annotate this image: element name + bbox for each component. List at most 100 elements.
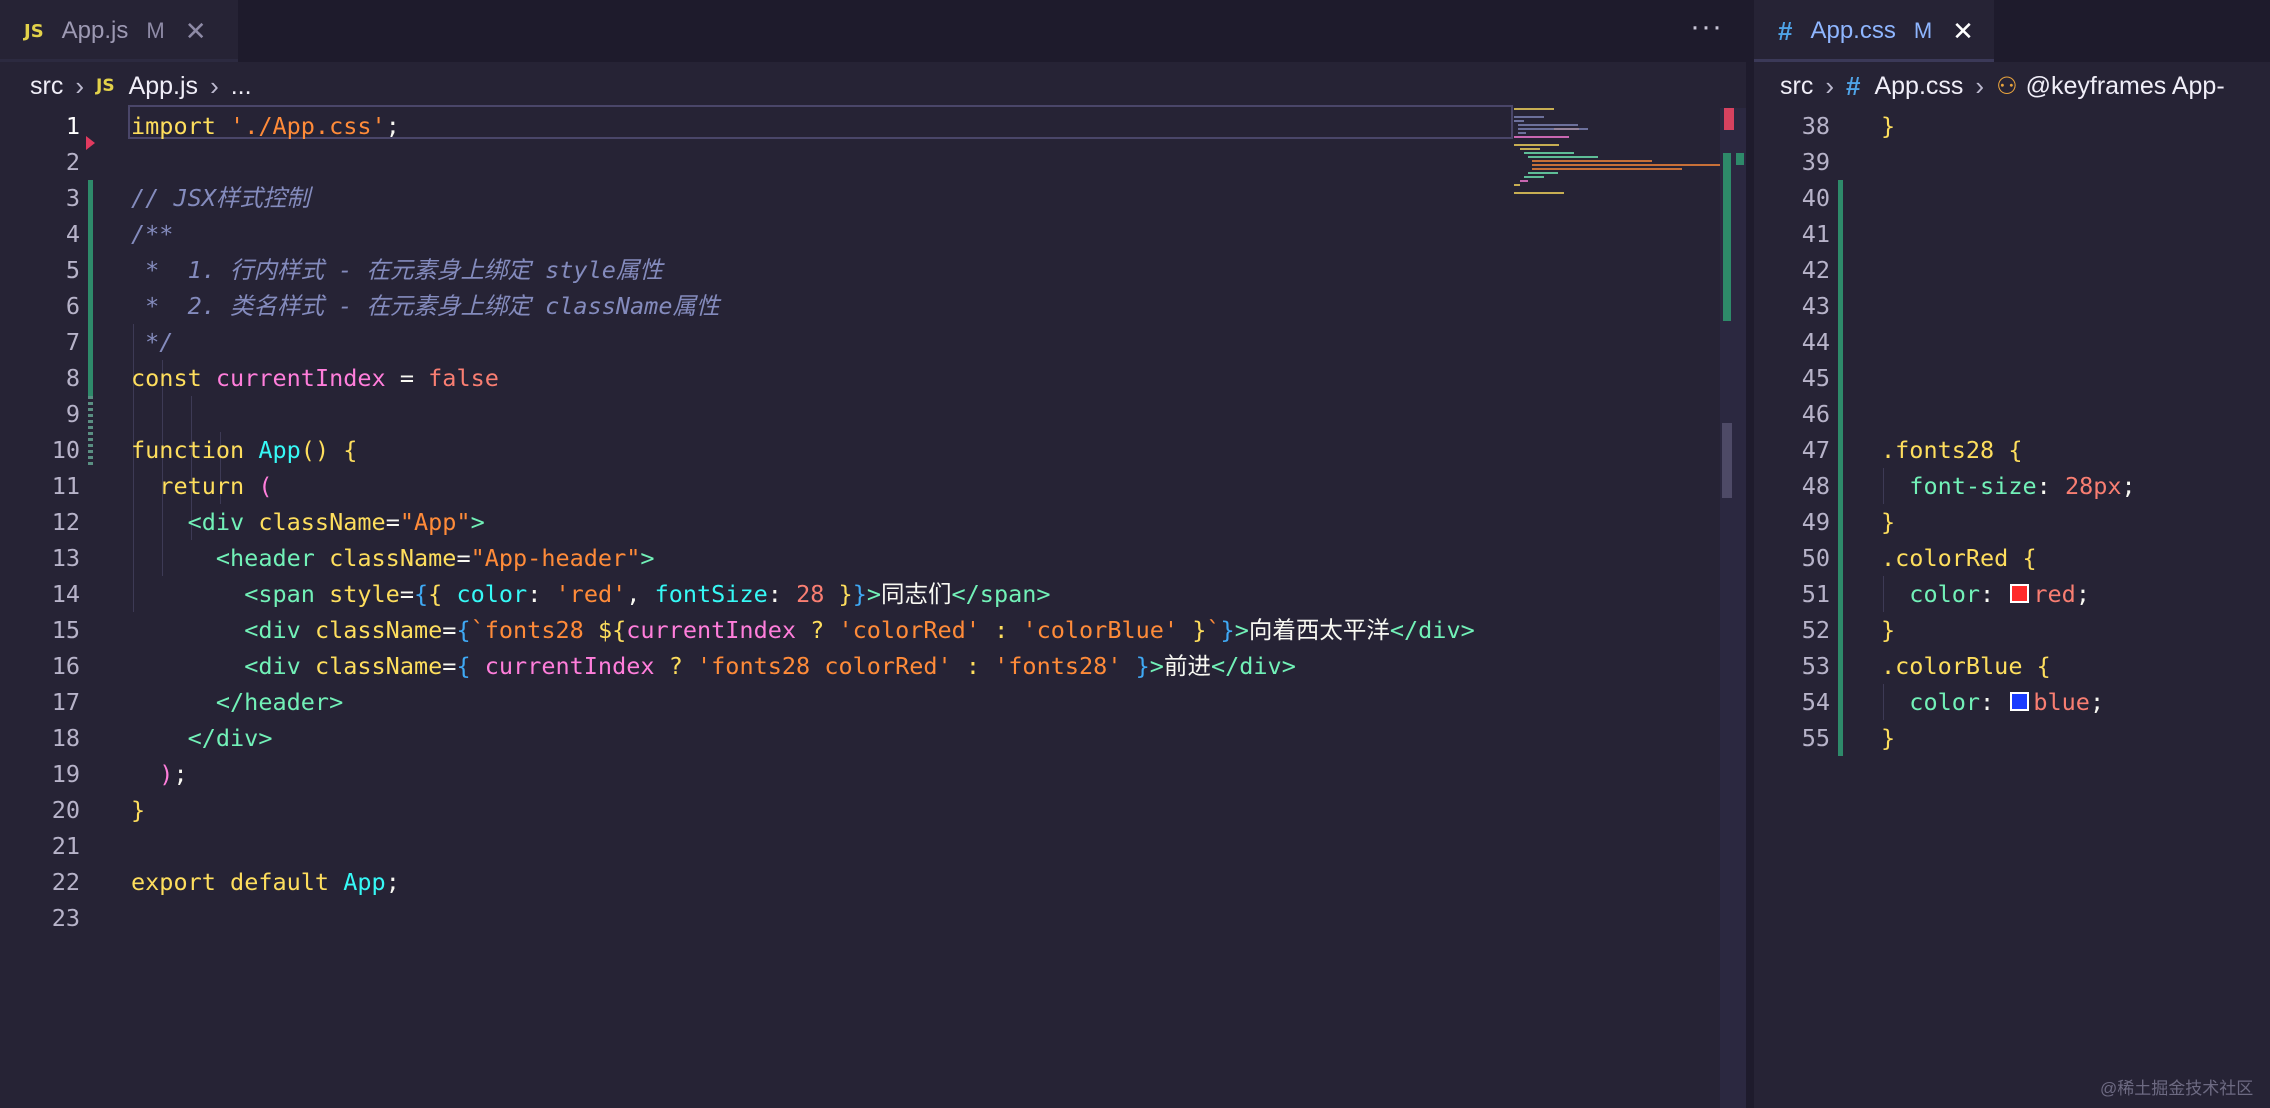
line-number: 49 (1801, 508, 1830, 536)
js-file-icon: JS (24, 20, 44, 42)
code-line-4[interactable]: /** (131, 216, 173, 252)
line-number: 4 (65, 220, 80, 248)
chevron-right-icon: › (210, 70, 219, 101)
minimap-line (1514, 108, 1554, 110)
code-line-17[interactable]: </header> (131, 684, 343, 720)
overview-ruler-marker (1736, 153, 1744, 165)
line-number: 43 (1801, 292, 1830, 320)
deleted-lines-marker[interactable] (86, 136, 95, 150)
minimap-line (1514, 144, 1559, 146)
breadcrumb-file[interactable]: App.css (1874, 72, 1963, 101)
line-number: 11 (51, 472, 80, 500)
chevron-right-icon: › (1975, 70, 1985, 101)
code-line-3[interactable]: // JSX样式控制 (131, 180, 310, 216)
css-line-38[interactable]: } (1881, 108, 1895, 144)
pane-divider[interactable] (1746, 0, 1754, 1108)
breadcrumb-folder[interactable]: src (1780, 72, 1813, 101)
modified-lines-marker[interactable] (88, 396, 93, 468)
minimap-line (1524, 176, 1544, 178)
minimap-line (1518, 128, 1588, 130)
minimap-line (1514, 136, 1569, 138)
code-line-11[interactable]: return ( (131, 468, 272, 504)
line-number: 42 (1801, 256, 1830, 284)
code-line-19[interactable]: ); (131, 756, 187, 792)
css-line-50[interactable]: .colorRed { (1881, 540, 2037, 576)
minimap-line (1514, 184, 1520, 186)
tab-label: App.js (61, 17, 129, 44)
line-number: 53 (1801, 652, 1830, 680)
added-lines-marker[interactable] (88, 180, 93, 396)
css-line-53[interactable]: .colorBlue { (1881, 648, 2051, 684)
color-swatch-icon[interactable] (2010, 692, 2030, 711)
code-line-22[interactable]: export default App; (131, 864, 400, 900)
minimap-line (1514, 116, 1544, 118)
line-number: 9 (65, 400, 80, 428)
line-number: 20 (51, 796, 80, 824)
line-number: 46 (1801, 400, 1830, 428)
line-number: 51 (1801, 580, 1830, 608)
overview-ruler-addition (1723, 153, 1731, 321)
css-line-48[interactable]: font-size: 28px; (1881, 468, 2135, 504)
breadcrumb: src › # App.css › ⚇ @keyframes App- (1780, 64, 2270, 108)
color-swatch-icon[interactable] (2010, 584, 2030, 603)
line-number: 54 (1801, 688, 1830, 716)
breadcrumb-folder[interactable]: src (30, 72, 63, 101)
more-actions-icon[interactable]: ··· (1690, 10, 1723, 44)
line-number: 41 (1801, 220, 1830, 248)
code-line-20[interactable]: } (131, 792, 145, 828)
line-number: 15 (51, 616, 80, 644)
js-file-icon: JS (96, 76, 115, 96)
line-number: 19 (51, 760, 80, 788)
tab-underline (0, 59, 238, 62)
code-line-15[interactable]: <div className={`fonts28 ${currentIndex … (131, 612, 1475, 648)
code-line-14[interactable]: <span style={{ color: 'red', fontSize: 2… (131, 576, 1050, 612)
modified-badge: M (146, 18, 165, 43)
code-line-10[interactable]: function App() { (131, 432, 357, 468)
tab-app-js[interactable]: JS App.js M ✕ (0, 0, 238, 62)
css-line-52[interactable]: } (1881, 612, 1895, 648)
line-number: 14 (51, 580, 80, 608)
line-number: 22 (51, 868, 80, 896)
line-number: 5 (65, 256, 80, 284)
minimap[interactable] (1514, 108, 1724, 198)
line-number: 44 (1801, 328, 1830, 356)
tab-app-css[interactable]: # App.css M ✕ (1754, 0, 1994, 62)
line-number: 17 (51, 688, 80, 716)
code-line-8[interactable]: const currentIndex = false (131, 360, 499, 396)
code-line-7[interactable]: */ (131, 324, 173, 360)
keyframes-icon: ⚇ (1996, 72, 2018, 100)
code-line-18[interactable]: </div> (131, 720, 273, 756)
css-line-54[interactable]: color: blue; (1881, 684, 2104, 720)
code-line-6[interactable]: * 2. 类名样式 - 在元素身上绑定 className属性 (131, 288, 719, 324)
app-js-editor[interactable]: 1 2 3 4 5 6 7 8 9 10 11 12 13 14 15 16 1… (0, 105, 1746, 1108)
close-icon[interactable]: ✕ (1952, 18, 1974, 44)
minimap-line (1518, 132, 1526, 134)
added-lines-marker[interactable] (1838, 180, 1843, 756)
code-line-1[interactable]: import './App.css'; (131, 108, 400, 144)
breadcrumb-symbol[interactable]: @keyframes App- (2026, 72, 2225, 101)
minimap-line (1520, 148, 1540, 150)
css-line-51[interactable]: color: red; (1881, 576, 2090, 612)
css-file-icon: # (1846, 70, 1861, 101)
minimap-line (1528, 172, 1558, 174)
line-number: 23 (51, 904, 80, 932)
close-icon[interactable]: ✕ (185, 18, 207, 44)
code-line-13[interactable]: <header className="App-header"> (131, 540, 655, 576)
code-line-5[interactable]: * 1. 行内样式 - 在元素身上绑定 style属性 (131, 252, 663, 288)
minimap-line (1532, 168, 1682, 170)
breadcrumb-file[interactable]: App.js (129, 72, 198, 101)
css-line-55[interactable]: } (1881, 720, 1895, 756)
code-line-16[interactable]: <div className={ currentIndex ? 'fonts28… (131, 648, 1296, 684)
line-number: 21 (51, 832, 80, 860)
code-line-12[interactable]: <div className="App"> (131, 504, 485, 540)
app-css-editor[interactable]: 38 39 40 41 42 43 44 45 46 47 48 49 50 5… (1754, 108, 2270, 1108)
minimap-line (1532, 164, 1722, 166)
scrollbar-thumb[interactable] (1722, 423, 1732, 498)
line-number: 1 (65, 112, 80, 140)
line-number: 6 (65, 292, 80, 320)
breadcrumb-ellipsis[interactable]: ... (231, 72, 252, 101)
css-line-47[interactable]: .fonts28 { (1881, 432, 2023, 468)
breadcrumb: src › JS App.js › ... (30, 64, 1730, 108)
minimap-line (1532, 160, 1652, 162)
css-line-49[interactable]: } (1881, 504, 1895, 540)
